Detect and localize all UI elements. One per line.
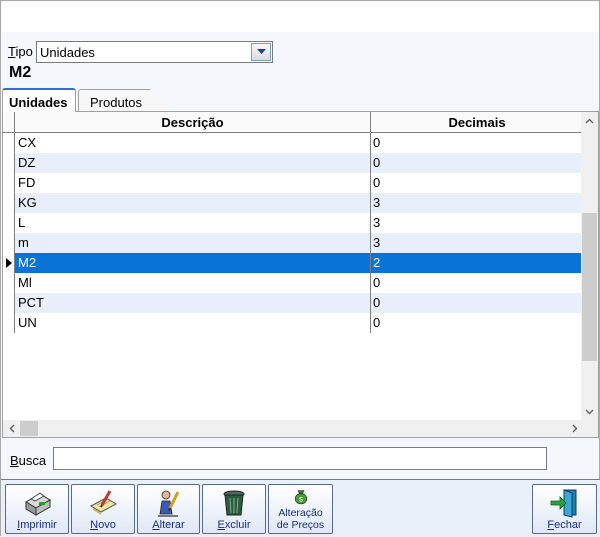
busca-label: Busca bbox=[10, 453, 47, 468]
row-indicator bbox=[3, 133, 15, 153]
scroll-down-icon[interactable] bbox=[581, 403, 598, 420]
cell-decimais[interactable]: 0 bbox=[371, 173, 583, 193]
tab-unidades[interactable]: Unidades bbox=[2, 88, 76, 112]
action-toolbar: Imprimir Novo Alterar Excluir $ Alteraçã… bbox=[1, 479, 600, 537]
delete-button-label: Excluir bbox=[217, 519, 251, 531]
delete-button[interactable]: Excluir bbox=[202, 484, 266, 534]
cell-decimais[interactable]: 0 bbox=[371, 273, 583, 293]
cell-decimais[interactable]: 2 bbox=[371, 253, 583, 273]
scroll-corner bbox=[581, 420, 598, 437]
edit-user-icon bbox=[157, 490, 179, 517]
printer-icon bbox=[25, 492, 51, 516]
title-strip bbox=[2, 2, 599, 32]
grid-header: Descrição Decimais bbox=[3, 112, 583, 133]
search-input[interactable] bbox=[53, 447, 547, 470]
cell-descricao[interactable]: KG bbox=[15, 193, 371, 213]
table-row-selected[interactable]: M2 2 bbox=[3, 253, 583, 273]
scroll-left-icon[interactable] bbox=[3, 420, 20, 437]
cell-descricao[interactable]: PCT bbox=[15, 293, 371, 313]
horizontal-scroll-thumb[interactable] bbox=[20, 421, 38, 436]
row-indicator bbox=[3, 193, 15, 213]
price-change-button-label: Alteração de Preços bbox=[276, 507, 325, 531]
close-button-label: Fechar bbox=[547, 519, 582, 531]
print-button-label: Imprimir bbox=[17, 519, 57, 531]
table-row[interactable]: PCT 0 bbox=[3, 293, 583, 313]
print-button[interactable]: Imprimir bbox=[5, 484, 69, 534]
table-row[interactable]: L3 bbox=[3, 213, 583, 233]
row-indicator bbox=[3, 293, 15, 313]
row-indicator bbox=[3, 253, 15, 273]
new-button[interactable]: Novo bbox=[71, 484, 135, 534]
cell-descricao[interactable]: m bbox=[15, 233, 371, 253]
cell-decimais[interactable]: 0 bbox=[371, 293, 583, 313]
tipo-select[interactable]: Unidades bbox=[36, 41, 273, 63]
table-row[interactable]: DZ 0 bbox=[3, 153, 583, 173]
table-row[interactable]: m3 bbox=[3, 233, 583, 253]
cell-descricao[interactable]: M2 bbox=[15, 253, 371, 273]
exit-door-icon bbox=[550, 489, 576, 518]
vertical-scroll-thumb[interactable] bbox=[582, 213, 597, 361]
cell-decimais[interactable]: 0 bbox=[371, 153, 583, 173]
price-change-button[interactable]: $ Alteração de Preços bbox=[268, 484, 333, 534]
grid-rows: CX 0 DZ 0 FD 0 KG 3 L3 m3 M2 2 Ml 0 PCT 0 UN 0 bbox=[3, 133, 583, 333]
cell-descricao[interactable]: Ml bbox=[15, 273, 371, 293]
cell-decimais[interactable]: 3 bbox=[371, 193, 583, 213]
tipo-label: Tipo bbox=[8, 44, 33, 59]
window: Tipo Unidades M2 Unidades Produtos Descr… bbox=[0, 0, 600, 537]
scroll-up-icon[interactable] bbox=[581, 112, 598, 129]
chevron-down-icon[interactable] bbox=[251, 43, 271, 61]
table-row[interactable]: Ml 0 bbox=[3, 273, 583, 293]
row-indicator bbox=[3, 233, 15, 253]
svg-text:$: $ bbox=[299, 497, 303, 504]
tab-produtos[interactable]: Produtos bbox=[78, 89, 170, 112]
row-indicator bbox=[3, 213, 15, 233]
row-indicator bbox=[3, 153, 15, 173]
horizontal-scrollbar[interactable] bbox=[3, 420, 583, 437]
edit-button-label: Alterar bbox=[152, 519, 185, 531]
close-button[interactable]: Fechar bbox=[532, 484, 597, 534]
row-indicator bbox=[3, 273, 15, 293]
cell-decimais[interactable]: 0 bbox=[371, 133, 583, 153]
table-row[interactable]: KG 3 bbox=[3, 193, 583, 213]
vertical-scrollbar[interactable] bbox=[581, 112, 598, 420]
row-indicator-header bbox=[3, 112, 15, 132]
units-grid[interactable]: Descrição Decimais CX 0 DZ 0 FD 0 KG 3 L3 m3… bbox=[2, 111, 599, 438]
table-row[interactable]: CX 0 bbox=[3, 133, 583, 153]
cell-decimais[interactable]: 3 bbox=[371, 233, 583, 253]
table-row[interactable]: UN 0 bbox=[3, 313, 583, 333]
tipo-select-value: Unidades bbox=[40, 45, 95, 60]
column-header-descricao[interactable]: Descrição bbox=[15, 112, 371, 132]
cell-descricao[interactable]: UN bbox=[15, 313, 371, 333]
cell-decimais[interactable]: 3 bbox=[371, 213, 583, 233]
money-bag-icon: $ bbox=[294, 490, 307, 505]
new-document-icon bbox=[89, 490, 118, 515]
edit-button[interactable]: Alterar bbox=[137, 484, 200, 534]
trash-icon bbox=[223, 490, 245, 516]
cell-descricao[interactable]: CX bbox=[15, 133, 371, 153]
cell-descricao[interactable]: DZ bbox=[15, 153, 371, 173]
column-header-decimais[interactable]: Decimais bbox=[371, 112, 583, 132]
row-pointer-icon bbox=[6, 258, 12, 268]
row-indicator bbox=[3, 173, 15, 193]
cell-descricao[interactable]: L bbox=[15, 213, 371, 233]
cell-descricao[interactable]: FD bbox=[15, 173, 371, 193]
new-button-label: Novo bbox=[90, 519, 116, 531]
tab-bar: Unidades Produtos bbox=[1, 88, 600, 112]
row-indicator bbox=[3, 313, 15, 333]
table-row[interactable]: FD 0 bbox=[3, 173, 583, 193]
cell-decimais[interactable]: 0 bbox=[371, 313, 583, 333]
page-title: M2 bbox=[9, 64, 32, 81]
